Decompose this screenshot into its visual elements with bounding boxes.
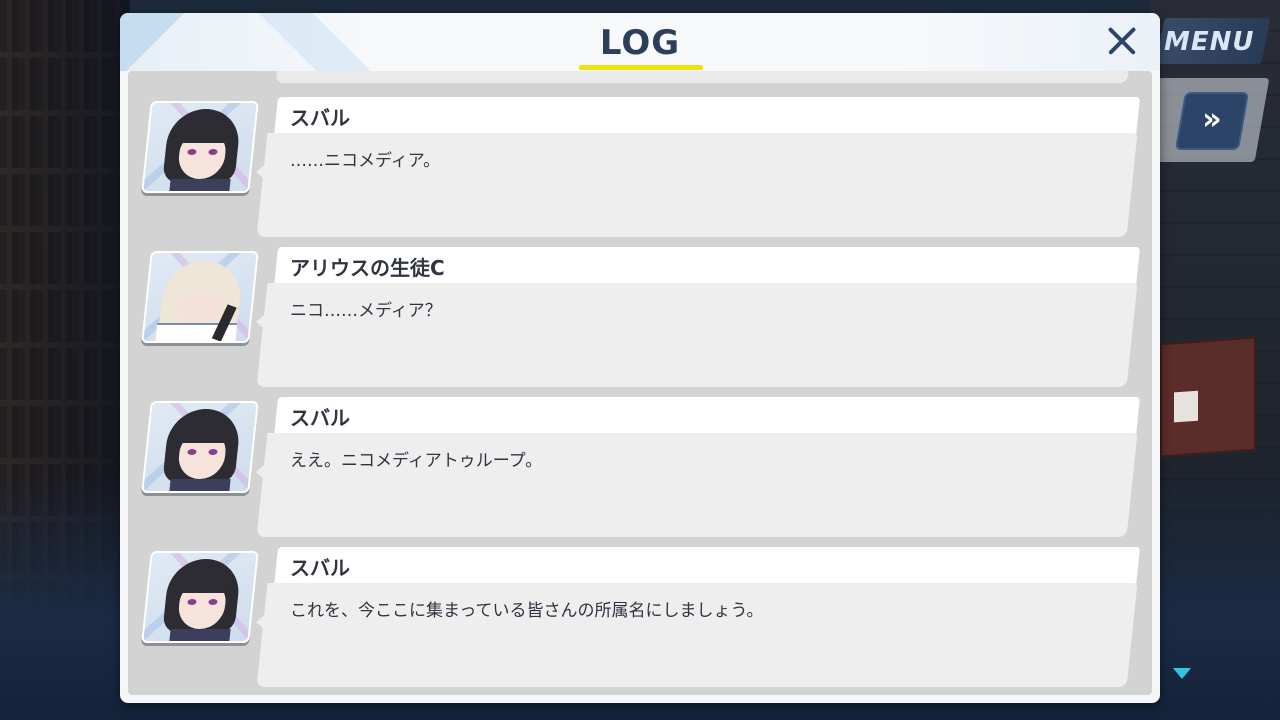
close-icon[interactable] [1100, 21, 1144, 61]
log-entry: アリウスの生徒C ニコ……メディア？ [128, 223, 1152, 387]
speaker-name: スバル [290, 106, 350, 130]
character-portrait [141, 401, 259, 493]
log-entry: スバル ……ニコメディア。 [128, 73, 1152, 237]
character-portrait [141, 101, 259, 193]
background-book [1160, 336, 1256, 458]
message-text: ……ニコメディア。 [290, 151, 441, 171]
log-entry: スバル これを、今ここに集まっている皆さんの所属名にしましょう。 [128, 523, 1152, 687]
fast-forward-icon[interactable]: » [1190, 100, 1234, 140]
header-decoration [120, 13, 420, 71]
title-underline [579, 65, 703, 70]
log-header: LOG [120, 13, 1160, 71]
message-text: ええ。ニコメディアトゥループ。 [290, 451, 543, 471]
log-title: LOG [599, 23, 681, 63]
game-scene: MENU » LOG スバル ……ニコメディア。 アリウスの生徒C ニコ……メデ… [0, 0, 1280, 720]
log-window: LOG スバル ……ニコメディア。 アリウスの生徒C ニコ……メディア？ スバル… [120, 13, 1160, 703]
speaker-name: アリウスの生徒C [290, 256, 445, 280]
character-portrait [141, 551, 259, 643]
scroll-down-arrow-icon[interactable] [1173, 668, 1191, 679]
message-text: これを、今ここに集まっている皆さんの所属名にしましょう。 [290, 601, 764, 621]
bubble-tail [256, 611, 269, 633]
bubble-tail [256, 161, 269, 183]
menu-button-label[interactable]: MENU [1164, 24, 1260, 60]
speaker-name: スバル [290, 556, 350, 580]
character-portrait [141, 251, 259, 343]
bubble-tail [256, 461, 269, 483]
bubble-tail [256, 311, 269, 333]
log-entry: スバル ええ。ニコメディアトゥループ。 [128, 373, 1152, 537]
message-text: ニコ……メディア？ [290, 301, 442, 321]
speaker-name: スバル [290, 406, 350, 430]
log-list[interactable]: スバル ……ニコメディア。 アリウスの生徒C ニコ……メディア？ スバル ええ。… [128, 71, 1152, 695]
